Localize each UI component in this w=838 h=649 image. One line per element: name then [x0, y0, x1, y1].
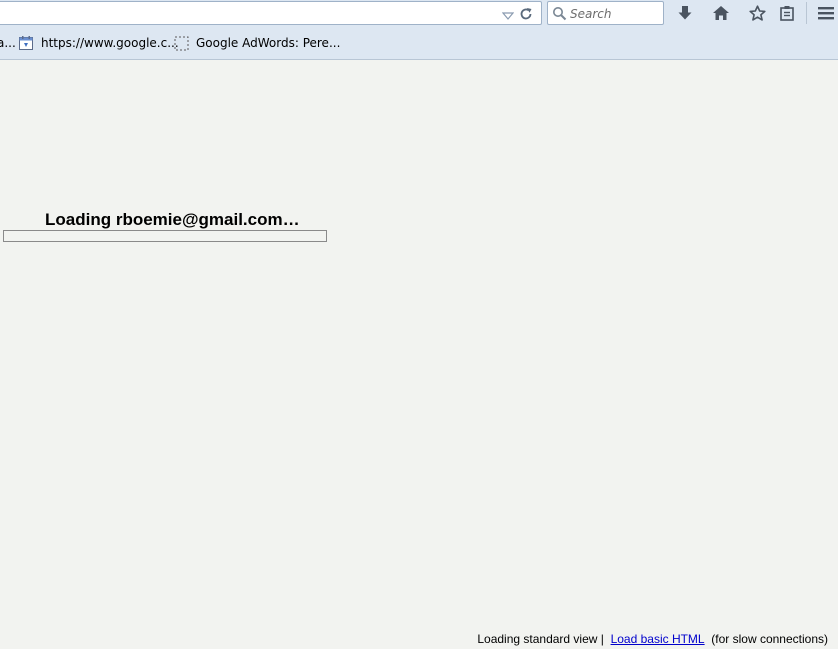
star-icon[interactable] — [746, 3, 768, 23]
search-icon — [552, 6, 567, 21]
bookmark-item[interactable]: Google AdWords: Pere... — [174, 27, 340, 59]
bookmark-label: Google AdWords: Pere... — [196, 36, 341, 50]
browser-toolbar — [0, 0, 838, 27]
bookmarks-toolbar: a... https://www.google.c... Google AdWo… — [0, 27, 838, 60]
toolbar-separator — [806, 2, 807, 24]
url-bar[interactable] — [0, 1, 542, 25]
download-icon[interactable] — [674, 3, 696, 23]
bookmark-item[interactable]: a... — [0, 27, 16, 59]
footer-suffix: (for slow connections) — [711, 632, 828, 646]
footer-prefix: Loading standard view | — [477, 632, 604, 646]
load-basic-html-link[interactable]: Load basic HTML — [611, 632, 705, 646]
home-icon[interactable] — [710, 3, 732, 23]
bookmark-label: a... — [0, 36, 16, 50]
bookmark-label: https://www.google.c... — [41, 36, 179, 50]
dashed-page-icon — [174, 36, 189, 51]
url-dropdown-icon[interactable] — [501, 8, 515, 20]
calendar-icon — [18, 35, 34, 51]
reading-list-icon[interactable] — [776, 3, 798, 23]
search-input[interactable] — [570, 5, 660, 22]
reload-icon[interactable] — [518, 6, 534, 22]
loading-progress-bar — [3, 230, 327, 242]
search-box[interactable] — [547, 1, 664, 25]
menu-icon[interactable] — [815, 3, 837, 23]
loading-footer: Loading standard view | Load basic HTML … — [477, 632, 828, 646]
loading-title: Loading rboemie@gmail.com… — [45, 210, 300, 229]
bookmark-item[interactable]: https://www.google.c... — [18, 27, 179, 59]
